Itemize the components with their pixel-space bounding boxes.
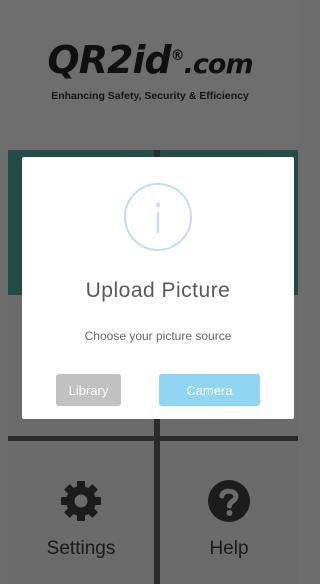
logo-main-text: QR2id (47, 38, 171, 82)
logo: QR2id®.com Enhancing Safety, Security & … (0, 40, 300, 103)
upload-picture-dialog: Upload Picture Choose your picture sourc… (22, 157, 294, 419)
camera-button[interactable]: Camera (159, 374, 260, 406)
dialog-title: Upload Picture (85, 279, 231, 302)
logo-domain-text: .com (183, 49, 254, 80)
info-icon (124, 183, 192, 251)
logo-tagline: Enhancing Safety, Security & Efficiency (51, 90, 249, 102)
dialog-message: Choose your picture source (84, 329, 232, 343)
gear-icon (61, 481, 101, 521)
question-icon (208, 480, 250, 522)
app-header: QR2id®.com Enhancing Safety, Security & … (0, 0, 300, 150)
settings-label: Settings (46, 538, 116, 559)
settings-tile[interactable]: Settings (8, 441, 154, 584)
help-tile[interactable]: Help (160, 441, 298, 584)
help-label: Help (209, 538, 249, 559)
logo-registered-mark: ® (170, 48, 185, 64)
library-button[interactable]: Library (56, 374, 121, 406)
